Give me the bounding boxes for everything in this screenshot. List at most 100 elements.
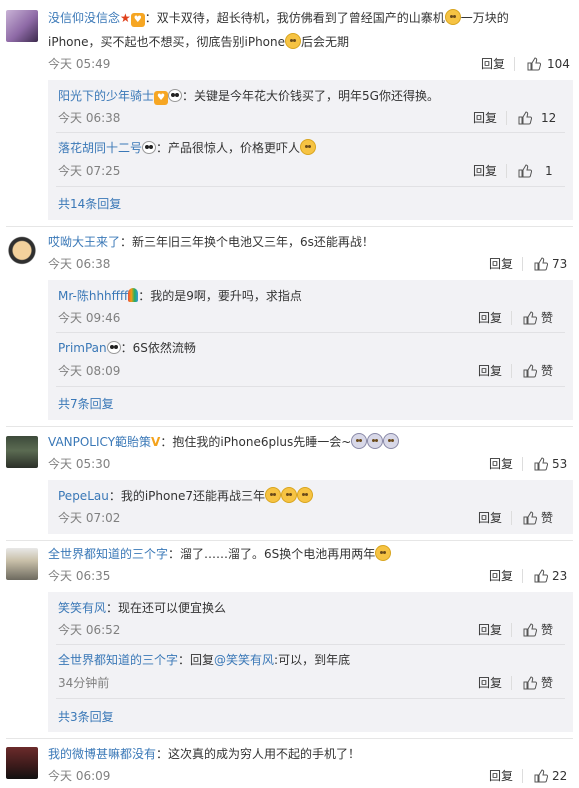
comment-timestamp: 今天 06:38: [48, 257, 111, 271]
avatar[interactable]: [6, 436, 38, 468]
reply-timestamp: 今天 08:09: [58, 364, 121, 378]
reply-button[interactable]: 回复: [478, 510, 502, 526]
reply-username[interactable]: 落花胡同十二号: [58, 141, 142, 155]
comment-timestamp: 今天 06:09: [48, 769, 111, 783]
like-count: 12: [541, 111, 557, 125]
avatar[interactable]: [6, 236, 38, 268]
star-badge-icon: ★: [120, 11, 131, 25]
thumbs-up-icon[interactable]: [534, 569, 548, 583]
verified-v-icon: V: [151, 435, 161, 449]
view-more-replies-link[interactable]: 共3条回复: [58, 709, 114, 725]
reply-button[interactable]: 回复: [473, 163, 497, 179]
thumbs-up-icon[interactable]: [534, 457, 548, 471]
divider: [522, 457, 523, 471]
reply-button[interactable]: 回复: [489, 568, 513, 584]
divider: [522, 569, 523, 583]
thumbs-up-icon[interactable]: [523, 511, 537, 525]
reply-button[interactable]: 回复: [489, 768, 513, 784]
comment-username[interactable]: 全世界都知道的三个字: [48, 547, 168, 561]
reply-timestamp: 34分钟前: [58, 676, 110, 690]
reply-timestamp: 今天 06:52: [58, 623, 121, 637]
view-more-replies-link[interactable]: 共14条回复: [58, 196, 121, 212]
glasses-emoji-icon: [375, 545, 392, 561]
reply-button[interactable]: 回复: [478, 310, 502, 326]
like-button-label[interactable]: 赞: [541, 510, 553, 526]
reply-username[interactable]: PepeLau: [58, 489, 109, 503]
divider: [6, 738, 573, 739]
reply-button[interactable]: 回复: [478, 363, 502, 379]
reply-username[interactable]: 全世界都知道的三个字: [58, 653, 178, 667]
divider: [56, 386, 565, 387]
divider: [511, 511, 512, 525]
thumbs-up-icon[interactable]: [518, 111, 532, 125]
like-button-label[interactable]: 赞: [541, 363, 553, 379]
reply-text: ：回复: [178, 653, 215, 667]
thumbs-up-icon[interactable]: [534, 257, 548, 271]
divider: [56, 132, 565, 133]
reply-text: ：我的是9啊，要升吗，求指点: [138, 289, 302, 303]
scared-emoji-icon: [367, 433, 384, 449]
divider: [511, 676, 512, 690]
reply-button[interactable]: 回复: [489, 256, 513, 272]
comment-timestamp: 今天 05:49: [48, 57, 111, 71]
like-button-label[interactable]: 赞: [541, 675, 553, 691]
reply-button[interactable]: 回复: [481, 56, 505, 72]
thumbs-up-icon[interactable]: [527, 57, 541, 71]
divider: [6, 226, 573, 227]
comment-text: ：新三年旧三年换个电池又三年，6s还能再战！: [120, 235, 374, 249]
comment-text: ：溜了……溜了。6S换个电池再用两年: [168, 547, 376, 561]
comment-username[interactable]: VANPOLICY範貽策: [48, 435, 151, 449]
laughing-emoji-icon: [444, 9, 461, 25]
reply-list: Mr-陈hhhffff ：我的是9啊，要升吗，求指点 今天 09:46 回复 赞 …: [48, 280, 573, 420]
reply-text: ：我的iPhone7还能再战三年: [108, 489, 265, 503]
panda-emoji-icon: [168, 89, 183, 102]
reply-timestamp: 今天 09:46: [58, 311, 121, 325]
reply-button[interactable]: 回复: [489, 456, 513, 472]
reply-username[interactable]: PrimPan: [58, 341, 107, 355]
avatar[interactable]: [6, 548, 38, 580]
comment-text: ：抱住我的iPhone6plus先睡一会~: [160, 435, 352, 449]
divider: [56, 332, 565, 333]
reply-username[interactable]: 笑笑有风: [58, 601, 106, 615]
smile-emoji-icon: [281, 487, 297, 503]
thumbs-up-icon[interactable]: [534, 769, 548, 783]
thumbs-up-icon[interactable]: [523, 676, 537, 690]
comment-text: 一万块的: [460, 11, 509, 25]
thumbs-up-icon[interactable]: [523, 364, 537, 378]
panda-emoji-icon: [106, 341, 121, 354]
thumbs-up-icon[interactable]: [518, 164, 532, 178]
reply-username[interactable]: 阳光下的少年骑士: [58, 89, 154, 103]
comment-username[interactable]: 我的微博甚嘛都没有: [48, 747, 156, 761]
like-button-label[interactable]: 赞: [541, 310, 553, 326]
divider: [6, 426, 573, 427]
like-count: 1: [545, 164, 553, 178]
reply-timestamp: 今天 07:25: [58, 164, 121, 178]
reply-list: PepeLau：我的iPhone7还能再战三年 今天 07:02 回复 赞: [48, 480, 573, 534]
reply-list: 阳光下的少年骑士 ♥ ：关键是今年花大价钱买了，明年5G你还得换。 今天 06:38…: [48, 80, 573, 220]
like-count: 104: [547, 57, 570, 71]
reply-button[interactable]: 回复: [473, 110, 497, 126]
scared-emoji-icon: [351, 433, 368, 449]
smile-emoji-icon: [297, 487, 313, 503]
comment-timestamp: 今天 06:35: [48, 569, 111, 583]
mention-link[interactable]: @笑笑有风: [214, 653, 274, 667]
view-more-replies-link[interactable]: 共7条回复: [58, 396, 114, 412]
like-button-label[interactable]: 赞: [541, 622, 553, 638]
divider: [514, 57, 515, 71]
thumbs-up-icon[interactable]: [523, 311, 537, 325]
divider: [56, 644, 565, 645]
reply-button[interactable]: 回复: [478, 622, 502, 638]
rainbow-badge-icon: [128, 288, 139, 302]
avatar[interactable]: [6, 10, 38, 42]
comment-username[interactable]: 没信仰没信念: [48, 11, 120, 25]
avatar[interactable]: [6, 747, 38, 779]
reply-button[interactable]: 回复: [478, 675, 502, 691]
reply-list: 笑笑有风：现在还可以便宜换么 今天 06:52 回复 赞 全世界都知道的三个字：…: [48, 592, 573, 732]
divider: [506, 164, 507, 178]
divider: [506, 111, 507, 125]
reply-username[interactable]: Mr-陈hhhffff: [58, 289, 128, 303]
comment-username[interactable]: 哎呦大王来了: [48, 235, 120, 249]
scared-emoji-icon: [383, 433, 400, 449]
thumbs-up-icon[interactable]: [523, 623, 537, 637]
reply-timestamp: 今天 06:38: [58, 111, 121, 125]
